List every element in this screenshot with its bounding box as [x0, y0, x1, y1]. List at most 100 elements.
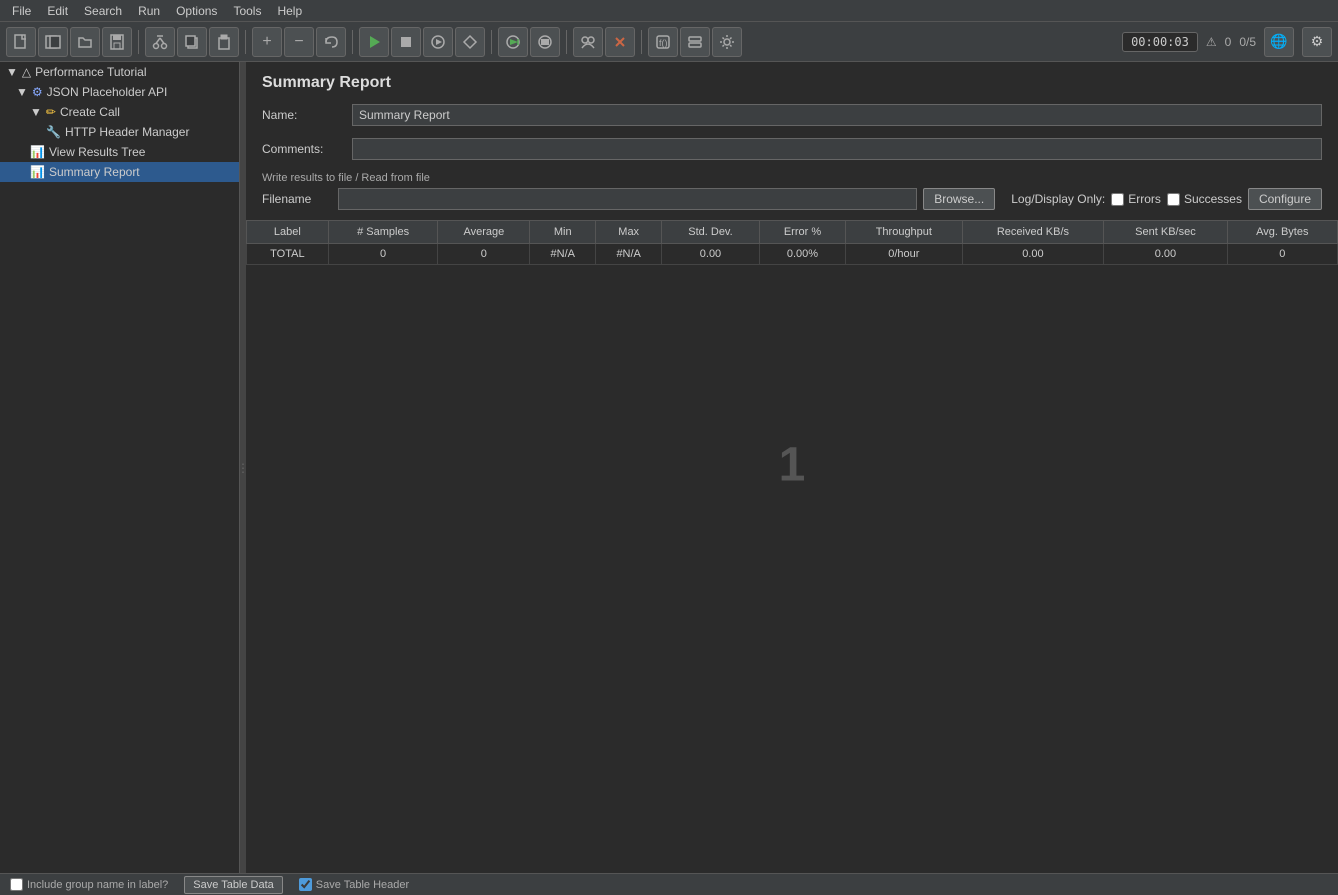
undo-button[interactable]	[316, 27, 346, 57]
cell-max: #N/A	[596, 244, 662, 265]
panel-title: Summary Report	[246, 62, 1338, 100]
col-samples: # Samples	[328, 221, 438, 244]
filename-input[interactable]	[338, 188, 917, 210]
template-button[interactable]	[38, 27, 68, 57]
sidebar-item-create-call[interactable]: ▼ ✏ Create Call	[0, 102, 239, 122]
collapse-button[interactable]: −	[284, 27, 314, 57]
save-table-header-checkbox[interactable]	[299, 878, 312, 891]
thread-count: 0/5	[1239, 35, 1256, 49]
stop-all-button[interactable]	[455, 27, 485, 57]
save-button[interactable]	[102, 27, 132, 57]
col-throughput: Throughput	[846, 221, 962, 244]
toolbar: + − f() 00:00:03 ⚠ 0 0/5	[0, 22, 1338, 62]
name-label: Name:	[262, 108, 352, 122]
successes-checkbox[interactable]	[1167, 193, 1180, 206]
http-header-icon: 🔧	[46, 125, 61, 139]
remote-icon[interactable]: 🌐	[1264, 27, 1294, 57]
new-button[interactable]	[6, 27, 36, 57]
summary-report-icon: 📊	[30, 165, 45, 179]
sidebar-item-label-6: Summary Report	[49, 165, 140, 179]
function-helper-button[interactable]: f()	[648, 27, 678, 57]
col-average: Average	[438, 221, 530, 244]
options-button[interactable]	[712, 27, 742, 57]
run-no-pause-button[interactable]	[423, 27, 453, 57]
cell-samples: 0	[328, 244, 438, 265]
save-table-header-label: Save Table Header	[316, 879, 409, 891]
comments-input[interactable]	[352, 138, 1322, 160]
successes-label: Successes	[1184, 192, 1242, 206]
write-results-label: Write results to file / Read from file	[262, 172, 1322, 184]
warning-count: 0	[1225, 35, 1232, 49]
menu-options[interactable]: Options	[168, 2, 225, 20]
timer-display: 00:00:03	[1122, 32, 1198, 52]
main-layout: ▼ △ Performance Tutorial ▼ ⚙ JSON Placeh…	[0, 62, 1338, 873]
sidebar-item-summary-report[interactable]: 📊 Summary Report	[0, 162, 239, 182]
center-area: 1	[246, 265, 1338, 665]
configure-button[interactable]: Configure	[1248, 188, 1322, 210]
toolbar-sep-3	[352, 30, 353, 54]
create-call-icon: ✏	[46, 105, 56, 119]
sidebar-item-http-header[interactable]: 🔧 HTTP Header Manager	[0, 122, 239, 142]
menu-file[interactable]: File	[4, 2, 39, 20]
sidebar-item-performance-tutorial[interactable]: ▼ △ Performance Tutorial	[0, 62, 239, 82]
comments-section: Comments:	[246, 134, 1338, 164]
include-group-label: Include group name in label?	[27, 879, 168, 891]
browse-button[interactable]: Browse...	[923, 188, 995, 210]
menu-run[interactable]: Run	[130, 2, 168, 20]
menu-tools[interactable]: Tools	[225, 2, 269, 20]
menu-edit[interactable]: Edit	[39, 2, 76, 20]
errors-label: Errors	[1128, 192, 1161, 206]
center-number: 1	[779, 438, 806, 493]
remote-start-button[interactable]	[498, 27, 528, 57]
stop-button[interactable]	[391, 27, 421, 57]
cell-average: 0	[438, 244, 530, 265]
run-button[interactable]	[359, 27, 389, 57]
save-table-data-button[interactable]: Save Table Data	[184, 876, 283, 894]
menu-search[interactable]: Search	[76, 2, 130, 20]
toolbar-sep-1	[138, 30, 139, 54]
cell-min: #N/A	[530, 244, 596, 265]
menu-help[interactable]: Help	[269, 2, 310, 20]
view-results-icon: 📊	[30, 145, 45, 159]
sidebar: ▼ △ Performance Tutorial ▼ ⚙ JSON Placeh…	[0, 62, 240, 873]
name-section: Name:	[246, 100, 1338, 130]
paste-button[interactable]	[209, 27, 239, 57]
col-label: Label	[247, 221, 329, 244]
cell-std-dev: 0.00	[662, 244, 760, 265]
sidebar-item-label-3: Create Call	[60, 105, 120, 119]
remote-stop-button[interactable]	[530, 27, 560, 57]
errors-checkbox[interactable]	[1111, 193, 1124, 206]
remote-server-button[interactable]	[680, 27, 710, 57]
write-results-section: Write results to file / Read from file F…	[246, 168, 1338, 214]
table-row: TOTAL 0 0 #N/A #N/A 0.00 0.00% 0/hour 0.…	[247, 244, 1338, 265]
table-body: TOTAL 0 0 #N/A #N/A 0.00 0.00% 0/hour 0.…	[247, 244, 1338, 265]
performance-tutorial-icon: △	[22, 65, 31, 79]
cell-label: TOTAL	[247, 244, 329, 265]
tree-expand-icon-2: ▼	[16, 85, 28, 99]
filename-label: Filename	[262, 192, 332, 206]
clear-all-button[interactable]	[605, 27, 635, 57]
include-group-checkbox[interactable]	[10, 878, 23, 891]
cut-button[interactable]	[145, 27, 175, 57]
open-button[interactable]	[70, 27, 100, 57]
save-table-header-section: Save Table Header	[299, 878, 409, 891]
bottom-bar: Include group name in label? Save Table …	[0, 873, 1338, 895]
col-avg-bytes: Avg. Bytes	[1227, 221, 1337, 244]
col-max: Max	[596, 221, 662, 244]
errors-checkbox-group: Errors	[1111, 192, 1161, 206]
expand-button[interactable]: +	[252, 27, 282, 57]
sidebar-item-json-placeholder[interactable]: ▼ ⚙ JSON Placeholder API	[0, 82, 239, 102]
copy-button[interactable]	[177, 27, 207, 57]
successes-checkbox-group: Successes	[1167, 192, 1242, 206]
menu-bar: File Edit Search Run Options Tools Help	[0, 0, 1338, 22]
tree-expand-icon-3: ▼	[30, 105, 42, 119]
col-error-pct: Error %	[759, 221, 845, 244]
gear-icon[interactable]: ⚙	[1302, 27, 1332, 57]
sidebar-item-view-results-tree[interactable]: 📊 View Results Tree	[0, 142, 239, 162]
name-input[interactable]	[352, 104, 1322, 126]
json-placeholder-icon: ⚙	[32, 85, 43, 99]
sidebar-item-label-4: HTTP Header Manager	[65, 125, 190, 139]
threads-button[interactable]	[573, 27, 603, 57]
col-sent-kb: Sent KB/sec	[1104, 221, 1227, 244]
sidebar-item-label: Performance Tutorial	[35, 65, 146, 79]
